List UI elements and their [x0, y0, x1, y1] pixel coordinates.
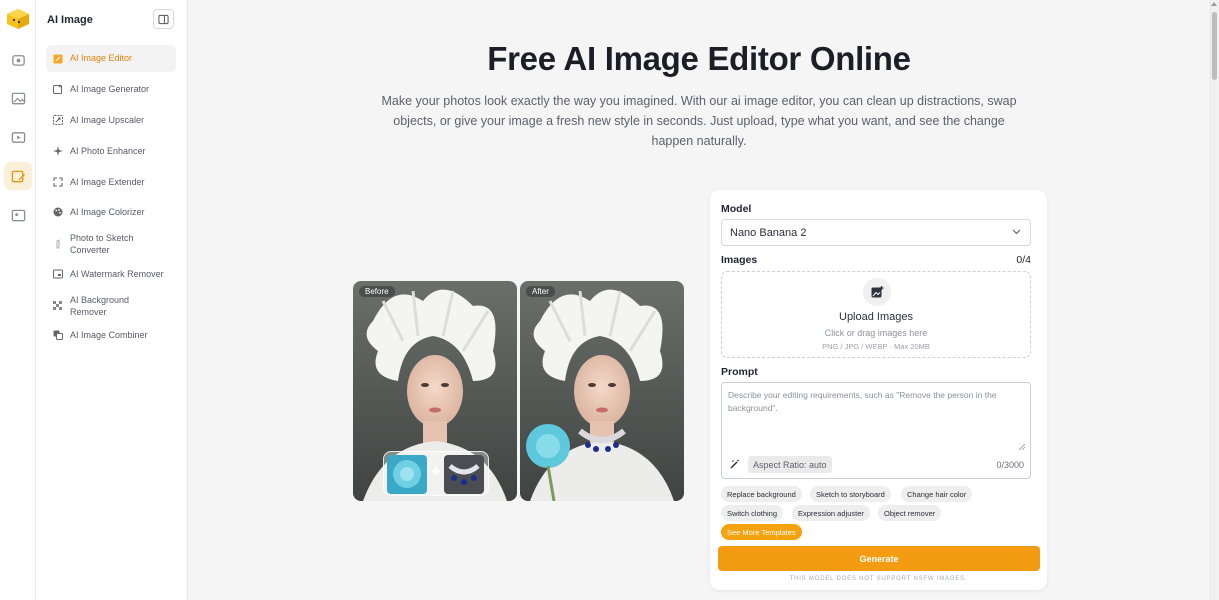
prompt-char-count: 0/3000 [996, 460, 1024, 470]
sidebar-item-ai-watermark-remover[interactable]: AI Watermark Remover [46, 262, 176, 286]
scroll-up-arrow-icon[interactable] [1211, 2, 1217, 6]
template-chip-object-remover[interactable]: Object remover [878, 505, 942, 521]
sidebar-item-ai-image-editor[interactable]: AI Image Editor [46, 45, 176, 72]
background-remove-icon [53, 301, 63, 311]
see-more-templates-button[interactable]: See More Templates [721, 524, 802, 540]
upload-formats: PNG / JPG / WEBP · Max 20MB [822, 342, 930, 351]
sidebar-toggle-icon [158, 14, 169, 24]
palette-icon [53, 207, 63, 217]
aspect-ratio-select[interactable]: Aspect Ratio: auto [748, 456, 832, 473]
rail-image-icon[interactable] [4, 84, 32, 112]
model-select[interactable]: Nano Banana 2 [721, 219, 1031, 246]
upload-dropzone[interactable]: Upload Images Click or drag images here … [721, 271, 1031, 358]
watermark-icon [53, 269, 63, 279]
page-title: Free AI Image Editor Online [487, 40, 911, 77]
sidebar-item-ai-background-remover[interactable]: AI Background Remover [46, 292, 176, 320]
template-chip-sketch-to-storyboard[interactable]: Sketch to storyboard [810, 486, 891, 502]
upload-title: Upload Images [839, 311, 913, 323]
sidebar-item-ai-image-generator[interactable]: AI Image Generator [46, 77, 176, 101]
after-label: After [526, 286, 555, 297]
enhance-icon [53, 146, 63, 156]
add-image-icon [863, 278, 891, 306]
sidebar-item-ai-image-combiner[interactable]: AI Image Combiner [46, 323, 176, 347]
template-chip-replace-background[interactable]: Replace background [721, 486, 802, 502]
images-count: 0/4 [1016, 254, 1031, 266]
prompt-label: Prompt [721, 366, 758, 378]
template-chip-switch-clothing[interactable]: Switch clothing [721, 505, 784, 521]
model-label: Model [721, 203, 752, 215]
edit-panel: Model Nano Banana 2 Images 0/4 Upload Im… [710, 190, 1047, 590]
chevron-down-icon [1012, 229, 1021, 235]
pencil-icon [53, 239, 63, 249]
prompt-input[interactable] [722, 383, 1030, 455]
upscale-icon [53, 115, 63, 125]
images-label: Images [721, 254, 758, 266]
magic-wand-icon[interactable] [730, 459, 741, 469]
page-subtitle: Make your photos look exactly the way yo… [381, 94, 1017, 148]
prompt-box: Aspect Ratio: auto 0/3000 [721, 382, 1031, 479]
rail-gallery-icon[interactable] [4, 201, 32, 229]
model-selected-value: Nano Banana 2 [730, 226, 807, 239]
generate-button[interactable]: Generate [718, 546, 1040, 571]
nsfw-notice: THIS MODEL DOES NOT SUPPORT NSFW IMAGES. [789, 576, 968, 582]
collapse-sidebar-button[interactable] [153, 9, 174, 29]
sidebar-item-photo-to-sketch[interactable]: Photo to Sketch Converter [46, 230, 176, 258]
page-scrollbar[interactable] [1210, 0, 1219, 600]
scroll-thumb[interactable] [1212, 12, 1217, 80]
sidebar-item-ai-photo-enhancer[interactable]: AI Photo Enhancer [46, 139, 176, 163]
template-chip-expression-adjuster[interactable]: Expression adjuster [792, 505, 870, 521]
resize-grip-icon[interactable] [1019, 444, 1025, 450]
edit-image-icon [53, 54, 63, 64]
sparkle-image-icon [53, 84, 63, 94]
icon-rail [0, 0, 36, 600]
expand-icon [53, 177, 63, 187]
after-image: After [520, 281, 684, 501]
rail-home-icon[interactable] [4, 45, 32, 73]
tools-sidebar: AI Image AI Image Editor AI Image Genera… [36, 0, 188, 600]
app-logo-icon[interactable] [6, 8, 30, 30]
sidebar-title: AI Image [47, 14, 93, 26]
rail-edit-icon[interactable] [4, 162, 32, 190]
combine-icon [53, 330, 63, 340]
upload-hint: Click or drag images here [824, 328, 928, 338]
sidebar-item-ai-image-upscaler[interactable]: AI Image Upscaler [46, 108, 176, 132]
input-combo-thumbnails [383, 451, 489, 496]
before-label: Before [359, 286, 395, 297]
sidebar-item-ai-image-colorizer[interactable]: AI Image Colorizer [46, 200, 176, 224]
rail-video-icon[interactable] [4, 123, 32, 151]
sidebar-item-ai-image-extender[interactable]: AI Image Extender [46, 170, 176, 194]
template-chip-change-hair-color[interactable]: Change hair color [901, 486, 973, 502]
